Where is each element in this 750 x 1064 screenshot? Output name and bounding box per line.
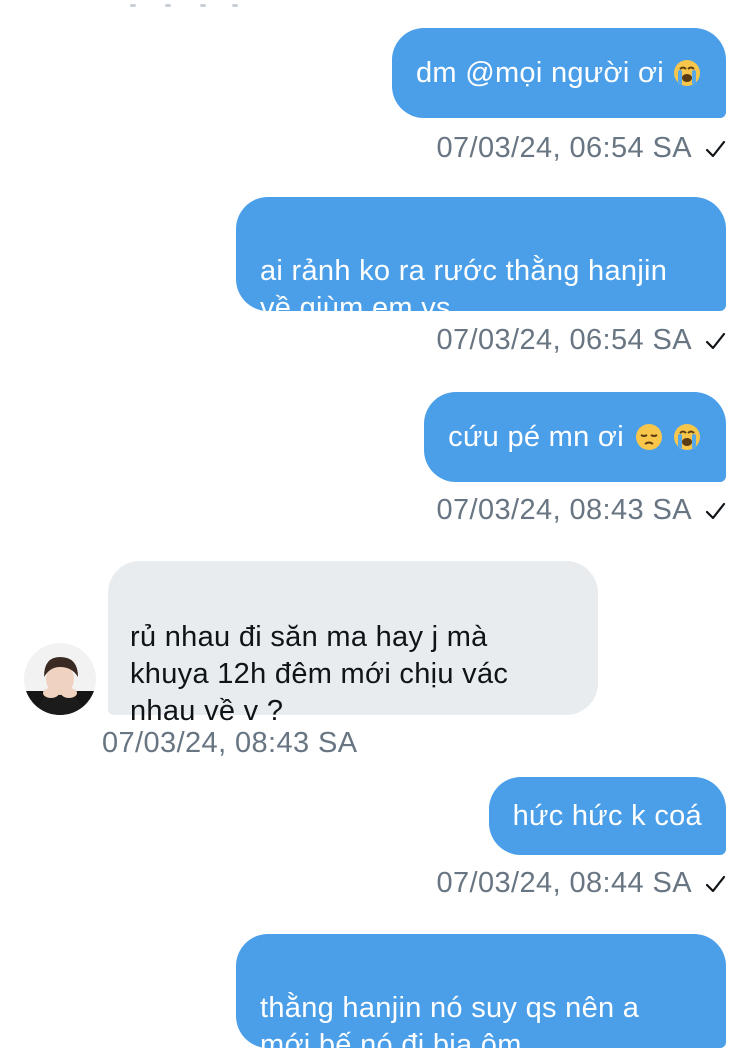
message-text: ai rảnh ko ra rước thằng hanjin về giùm … bbox=[260, 255, 668, 324]
message-bubble-received[interactable]: rủ nhau đi săn ma hay j mà khuya 12h đêm… bbox=[108, 561, 598, 727]
message-text: dm @mọi người ơi bbox=[415, 56, 664, 89]
top-scroll-remnant bbox=[120, 0, 250, 10]
message-text: hức hức k coá bbox=[512, 799, 702, 832]
message-timestamp: 07/03/24, 08:43 SA bbox=[436, 492, 726, 530]
crying-face-emoji-icon bbox=[672, 422, 702, 452]
message-text: rủ nhau đi săn ma hay j mà khuya 12h đêm… bbox=[130, 621, 509, 727]
message-bubble-sent[interactable]: cứu pé mn ơi bbox=[424, 392, 726, 482]
message-timestamp: 07/03/24, 06:54 SA bbox=[436, 130, 726, 168]
message-text: cứu pé mn ơi bbox=[448, 420, 624, 453]
check-icon bbox=[704, 494, 726, 530]
check-icon bbox=[704, 324, 726, 360]
pensive-face-emoji-icon bbox=[634, 422, 664, 452]
crying-face-emoji-icon bbox=[672, 58, 702, 88]
message-bubble-sent[interactable]: hức hức k coá bbox=[488, 777, 726, 855]
check-icon bbox=[704, 132, 726, 168]
message-bubble-sent[interactable]: dm @mọi người ơi bbox=[391, 28, 726, 118]
message-timestamp: 07/03/24, 08:43 SA bbox=[102, 727, 358, 759]
message-text: thằng hanjin nó suy qs nên a mới bế nó đ… bbox=[260, 992, 640, 1061]
check-icon bbox=[704, 867, 726, 903]
message-timestamp: 07/03/24, 08:44 SA bbox=[436, 865, 726, 903]
message-bubble-sent[interactable]: thằng hanjin nó suy qs nên a mới bế nó đ… bbox=[236, 934, 726, 1061]
user-avatar[interactable] bbox=[24, 643, 96, 715]
message-timestamp: 07/03/24, 06:54 SA bbox=[436, 322, 726, 360]
message-bubble-sent[interactable]: ai rảnh ko ra rước thằng hanjin về giùm … bbox=[236, 197, 726, 324]
